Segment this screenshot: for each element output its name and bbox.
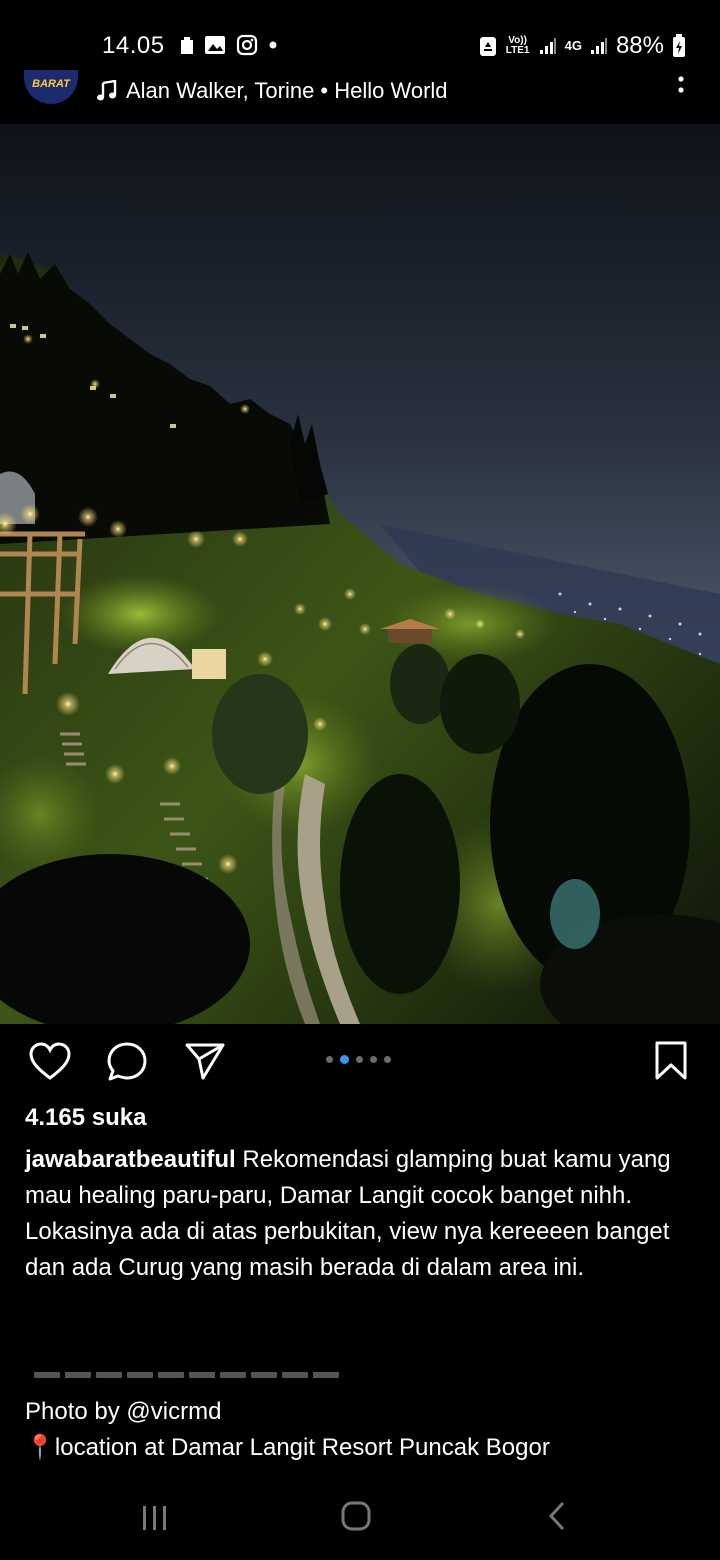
post-photo[interactable] [0,124,720,1024]
carousel-indicator [326,1055,391,1064]
signal-icon [539,38,556,54]
divider-dash [313,1372,339,1378]
location-text: 📍location at Damar Langit Resort Puncak … [25,1434,550,1461]
divider-dash [158,1372,184,1378]
send-icon[interactable] [184,1040,226,1082]
divider-dash [65,1372,91,1378]
home-icon[interactable] [340,1500,372,1532]
gallery-icon [205,36,225,54]
likes-count[interactable]: 4.165 suka [25,1104,146,1132]
dot-icon [269,41,277,49]
carousel-dot [384,1056,391,1063]
notification-icons [180,34,278,56]
carousel-dot [356,1056,363,1063]
divider-dash [189,1372,215,1378]
photo-credit: Photo by @vicrmd [25,1398,222,1425]
divider-dash [34,1372,60,1378]
divider-dash [96,1372,122,1378]
carousel-dot-active [340,1055,349,1064]
divider-dash [127,1372,153,1378]
status-time: 14.05 [102,32,165,59]
recycle-icon [479,37,496,56]
avatar[interactable]: BARAT [24,70,78,104]
battery-icon [673,34,685,57]
volte-label: Vo)) LTE1 [505,35,530,56]
comment-icon[interactable] [106,1040,150,1084]
bookmark-icon[interactable] [654,1040,688,1082]
divider-dash [251,1372,277,1378]
photo-night-landscape [0,124,720,1024]
instagram-icon [236,34,258,56]
music-note-icon [97,80,117,101]
recent-apps-icon[interactable] [140,1502,170,1532]
back-icon[interactable] [545,1500,569,1532]
more-vertical-icon[interactable] [678,76,684,98]
network-label: 4G [564,38,582,53]
avatar-logo-text: BARAT [32,78,70,90]
carousel-dot [326,1056,333,1063]
post-actions [0,1040,720,1088]
caption-divider [34,1372,339,1378]
heart-icon[interactable] [28,1040,72,1084]
system-icons: Vo)) LTE1 4G 88% [479,32,686,60]
post-header: BARAT Alan Walker, Torine • Hello World [0,70,720,124]
signal-icon-2 [590,38,607,54]
navigation-bar [0,1480,720,1560]
divider-dash [220,1372,246,1378]
music-track[interactable]: Alan Walker, Torine • Hello World [126,78,448,104]
caption-credits: Photo by @vicrmd 📍location at Damar Lang… [25,1394,550,1466]
caption: jawabaratbeautiful Rekomendasi glamping … [25,1142,697,1286]
battery-percent: 88% [615,32,664,59]
carousel-dot [370,1056,377,1063]
status-bar: 14.05 Vo)) LTE1 4G 88% [0,0,720,70]
divider-dash [282,1372,308,1378]
clipboard-icon [181,37,193,54]
caption-username[interactable]: jawabaratbeautiful [25,1146,236,1173]
